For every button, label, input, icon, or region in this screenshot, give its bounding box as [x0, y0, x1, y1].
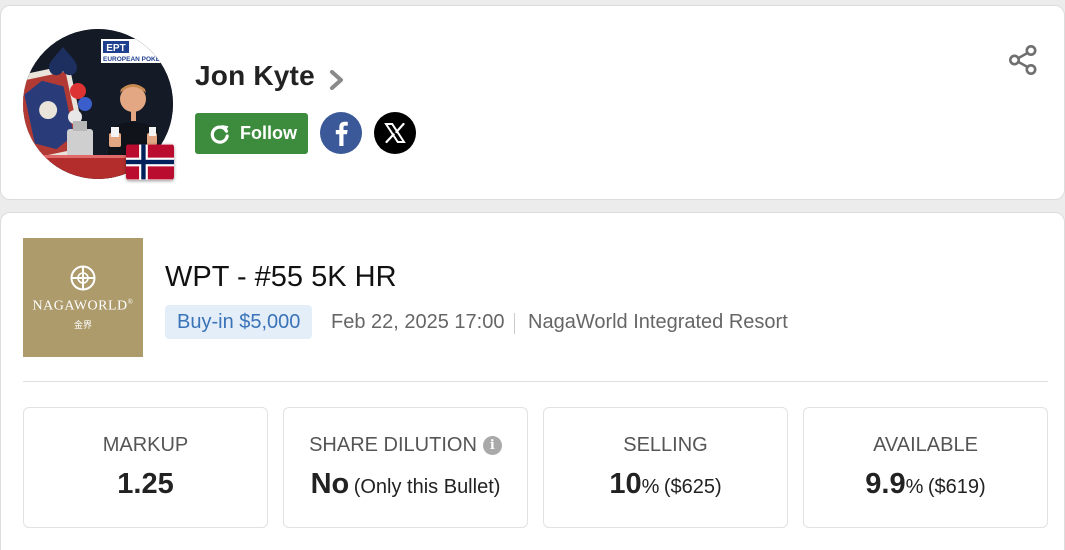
chevron-right-icon[interactable]: [327, 69, 347, 91]
markup-stat: MARKUP 1.25: [23, 407, 268, 528]
venue-logo-sub: 金界: [73, 320, 92, 331]
selling-value: 10: [609, 468, 642, 500]
available-stat: AVAILABLE 9.9% ($619): [803, 407, 1048, 528]
venue-logo: NAGAWORLD® 金界: [23, 238, 143, 357]
avatar-banner-text: EPT: [106, 43, 125, 54]
available-unit: %: [905, 476, 924, 498]
available-value: 9.9: [865, 468, 906, 500]
player-card: EPT EUROPEAN POKER T Jon Kyte Follow: [0, 5, 1065, 200]
selling-unit: %: [641, 476, 660, 498]
refresh-icon: [210, 124, 229, 144]
facebook-share-button[interactable]: [320, 112, 362, 154]
available-amount: ($619): [927, 476, 986, 498]
x-icon: [384, 122, 406, 144]
event-venue[interactable]: NagaWorld Integrated Resort: [528, 311, 788, 334]
share-dilution-note: (Only this Bullet): [353, 476, 501, 498]
share-dilution-label: SHARE DILUTION: [309, 434, 477, 456]
share-icon[interactable]: [1006, 44, 1040, 76]
player-name[interactable]: Jon Kyte: [195, 60, 315, 92]
markup-value: 1.25: [117, 468, 174, 500]
available-label: AVAILABLE: [873, 434, 978, 456]
share-dilution-value-row: No (Only this Bullet): [284, 468, 527, 501]
norway-flag-icon: [126, 144, 174, 180]
event-title[interactable]: WPT - #55 5K HR: [165, 261, 397, 294]
follow-button[interactable]: Follow: [195, 113, 308, 154]
venue-logo-brand: NAGAWORLD®: [32, 298, 134, 314]
avatar-banner-sub: EUROPEAN POKER T: [103, 56, 171, 63]
section-divider: [23, 381, 1048, 382]
selling-stat: SELLING 10% ($625): [543, 407, 788, 528]
share-dilution-header: SHARE DILUTION i: [284, 434, 527, 457]
share-dilution-stat: SHARE DILUTION i No (Only this Bullet): [283, 407, 528, 528]
markup-value-row: 1.25: [24, 468, 267, 501]
selling-label: SELLING: [623, 434, 708, 456]
meta-separator: [514, 313, 515, 334]
available-value-row: 9.9% ($619): [804, 468, 1047, 501]
event-card: NAGAWORLD® 金界 WPT - #55 5K HR Buy-in $5,…: [0, 212, 1065, 550]
info-icon[interactable]: i: [482, 436, 502, 455]
x-share-button[interactable]: [374, 112, 416, 154]
nagaworld-emblem-icon: [70, 265, 96, 291]
facebook-icon: [335, 121, 348, 146]
share-dilution-value: No: [310, 468, 350, 500]
selling-value-row: 10% ($625): [544, 468, 787, 501]
markup-label: MARKUP: [102, 434, 189, 456]
selling-amount: ($625): [663, 476, 722, 498]
buyin-badge: Buy-in $5,000: [165, 305, 313, 339]
event-date: Feb 22, 2025 17:00: [331, 311, 505, 333]
follow-button-label: Follow: [240, 123, 297, 143]
